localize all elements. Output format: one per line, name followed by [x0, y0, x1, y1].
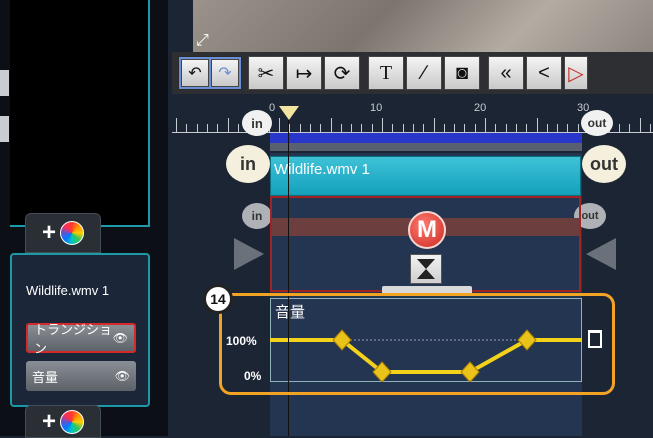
ruler-tick: [217, 124, 219, 132]
text-button[interactable]: T: [368, 56, 404, 90]
clip-in-marker[interactable]: in: [226, 145, 270, 183]
clip-out-marker[interactable]: out: [582, 145, 626, 183]
ruler-label: 0: [269, 102, 276, 114]
ruler-tick: [423, 124, 425, 132]
ruler-tick: [515, 124, 517, 132]
scissors-button[interactable]: ✂: [248, 56, 284, 90]
toolbar: ↶ ↷ ✂ ↦ ⟳ T ∕ ◙ « < ▷: [172, 52, 653, 94]
eye-icon[interactable]: 👁: [115, 369, 130, 383]
ruler-tick: [526, 124, 528, 132]
transition-right-arrow-icon[interactable]: [586, 238, 616, 270]
ruler-tick: [629, 124, 631, 132]
undo-button[interactable]: ↶: [181, 59, 209, 87]
ruler-label: 20: [474, 102, 487, 114]
snapshot-button[interactable]: ◙: [444, 56, 480, 90]
transition-badge[interactable]: M: [408, 211, 446, 249]
ruler-label: 10: [370, 102, 383, 114]
ruler-tick: [351, 124, 353, 132]
ruler-tick: [371, 124, 373, 132]
panel-resize-handle[interactable]: [0, 70, 9, 96]
ruler-tick: [392, 124, 394, 132]
ruler-in-marker[interactable]: in: [242, 110, 272, 136]
transition-button[interactable]: トランジション 👁: [26, 322, 136, 356]
ruler-tick: [237, 124, 239, 132]
ruler-tick: [361, 124, 363, 132]
ruler-tick: [464, 124, 466, 132]
callout-number: 14: [203, 284, 233, 314]
transition-left-arrow-icon[interactable]: [234, 238, 264, 270]
ruler-tick: [443, 124, 445, 132]
plus-icon: +: [41, 219, 56, 246]
ruler-tick: [176, 118, 177, 132]
ruler-tick: [485, 118, 486, 132]
rewind-button[interactable]: «: [488, 56, 524, 90]
color-wheel-icon: [60, 409, 84, 434]
ruler-tick: [309, 124, 311, 132]
ruler-tick: [402, 124, 404, 132]
ruler-tick: [557, 124, 559, 132]
ruler-tick: [546, 124, 548, 132]
transition-button-label: トランジション: [34, 322, 113, 356]
eye-icon[interactable]: 👁: [113, 331, 128, 345]
volume-button[interactable]: 音量 👁: [26, 361, 136, 391]
ruler-tick: [536, 118, 538, 132]
panel-resize-handle[interactable]: [0, 116, 9, 142]
ruler-tick: [320, 124, 322, 132]
ruler-tick: [618, 124, 620, 132]
ruler-tick: [649, 124, 651, 132]
lasso-button[interactable]: ⟳: [324, 56, 360, 90]
ruler-tick: [639, 118, 641, 132]
video-preview: [193, 0, 653, 52]
pen-button[interactable]: ∕: [406, 56, 442, 90]
ruler-out-marker[interactable]: out: [581, 110, 613, 136]
prev-button[interactable]: <: [526, 56, 562, 90]
trim-end-button[interactable]: ↦: [286, 56, 322, 90]
ruler-tick: [577, 124, 579, 132]
ruler-tick: [340, 124, 342, 132]
resize-arrows-icon[interactable]: ⤢: [196, 32, 209, 50]
undo-redo-group: ↶ ↷: [178, 56, 242, 90]
color-wheel-icon: [60, 221, 84, 245]
transition-in-marker[interactable]: in: [242, 203, 272, 229]
playhead-icon[interactable]: [279, 106, 299, 120]
media-bin-area: [10, 0, 150, 227]
clip-range-shadow: [270, 143, 582, 151]
ruler-tick: [495, 124, 497, 132]
ruler-tick: [186, 124, 188, 132]
clip-properties-card: Wildlife.wmv 1 トランジション 👁 音量 👁: [10, 253, 150, 407]
plus-icon: +: [41, 407, 56, 435]
ruler-tick: [289, 124, 291, 132]
clip-range-bar: [270, 133, 582, 143]
ruler-tick: [206, 124, 208, 132]
add-effect-button[interactable]: +: [25, 405, 101, 438]
ruler-tick: [474, 124, 476, 132]
ruler-tick: [227, 118, 229, 132]
ruler-tick: [433, 118, 435, 132]
play-button[interactable]: ▷: [564, 56, 588, 90]
ruler-tick: [412, 124, 414, 132]
ruler-tick: [196, 124, 198, 132]
volume-button-label: 音量: [32, 369, 59, 385]
ruler-tick: [279, 118, 280, 132]
ruler-tick: [330, 118, 332, 132]
ruler-tick: [567, 124, 569, 132]
ruler-tick: [505, 124, 507, 132]
callout-frame: [219, 293, 615, 395]
ruler-tick: [454, 124, 456, 132]
ruler-tick: [299, 124, 301, 132]
redo-button[interactable]: ↷: [211, 59, 239, 87]
ruler-tick: [382, 118, 383, 132]
hourglass-icon[interactable]: [410, 254, 442, 284]
clip-name-label: Wildlife.wmv 1: [26, 283, 110, 298]
add-effect-button[interactable]: +: [25, 213, 101, 253]
